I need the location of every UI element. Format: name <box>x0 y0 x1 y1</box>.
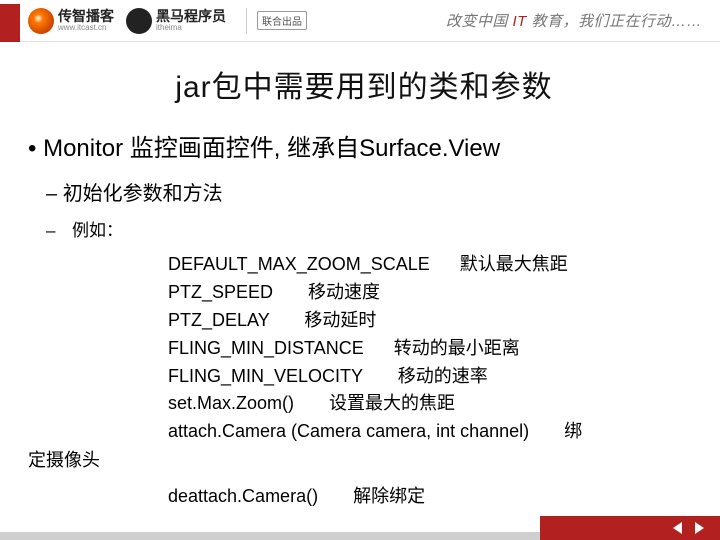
logo1-url: www.itcast.cn <box>58 23 114 32</box>
bullet1-text: Monitor 监控画面控件, 继承自Surface.View <box>43 135 500 162</box>
top-header: 传智播客 www.itcast.cn 黑马程序员 itheima 联合出品 改变… <box>0 0 720 42</box>
wrapped-line: 定摄像头 <box>28 446 700 472</box>
code-line: DEFAULT_MAX_ZOOM_SCALE 默认最大焦距 <box>168 251 700 279</box>
slogan: 改变中国 IT 教育，我们正在行动…… <box>446 10 702 31</box>
slide-content: jar包中需要用到的类和参数 Monitor 监控画面控件, 继承自Surfac… <box>0 42 720 508</box>
joint-label: 联合出品 <box>257 11 307 30</box>
prev-slide-button[interactable] <box>666 519 688 537</box>
footer-grey-bar <box>0 532 540 540</box>
code-line: PTZ_SPEED 移动速度 <box>168 279 700 307</box>
itheima-icon <box>126 8 152 34</box>
bullet-level2: 初始化参数和方法 <box>46 177 700 206</box>
divider <box>246 8 247 34</box>
slogan-pre: 改变中国 <box>446 13 513 30</box>
logo2-name: 黑马程序员 <box>156 9 226 23</box>
next-slide-button[interactable] <box>688 519 710 537</box>
code-line: FLING_MIN_DISTANCE 转动的最小距离 <box>168 335 700 363</box>
footer-nav <box>540 516 720 540</box>
bullet-level3: –例如： <box>46 216 700 241</box>
code-line: PTZ_DELAY 移动延时 <box>168 307 700 335</box>
header-accent <box>0 4 20 42</box>
code-block: DEFAULT_MAX_ZOOM_SCALE 默认最大焦距 PTZ_SPEED … <box>168 251 700 446</box>
logo1-name: 传智播客 <box>58 9 114 23</box>
page-title: jar包中需要用到的类和参数 <box>28 62 700 106</box>
code-line: attach.Camera (Camera camera, int channe… <box>168 418 700 446</box>
logo-itcast: 传智播客 www.itcast.cn <box>28 8 114 34</box>
code-line: set.Max.Zoom() 设置最大的焦距 <box>168 390 700 418</box>
logo-itheima: 黑马程序员 itheima <box>126 8 226 34</box>
bullet2-text: 初始化参数和方法 <box>63 183 223 205</box>
logo-group: 传智播客 www.itcast.cn 黑马程序员 itheima 联合出品 <box>28 8 307 34</box>
itcast-icon <box>28 8 54 34</box>
bullet-level1: Monitor 监控画面控件, 继承自Surface.View <box>28 128 700 163</box>
code-line: FLING_MIN_VELOCITY 移动的速率 <box>168 363 700 391</box>
footer <box>0 514 720 540</box>
bullet3-text: 例如： <box>72 221 123 240</box>
code-line-after: deattach.Camera() 解除绑定 <box>168 482 700 508</box>
logo2-url: itheima <box>156 23 226 32</box>
slogan-post: 教育，我们正在行动…… <box>527 13 702 30</box>
slogan-highlight: IT <box>512 13 526 30</box>
